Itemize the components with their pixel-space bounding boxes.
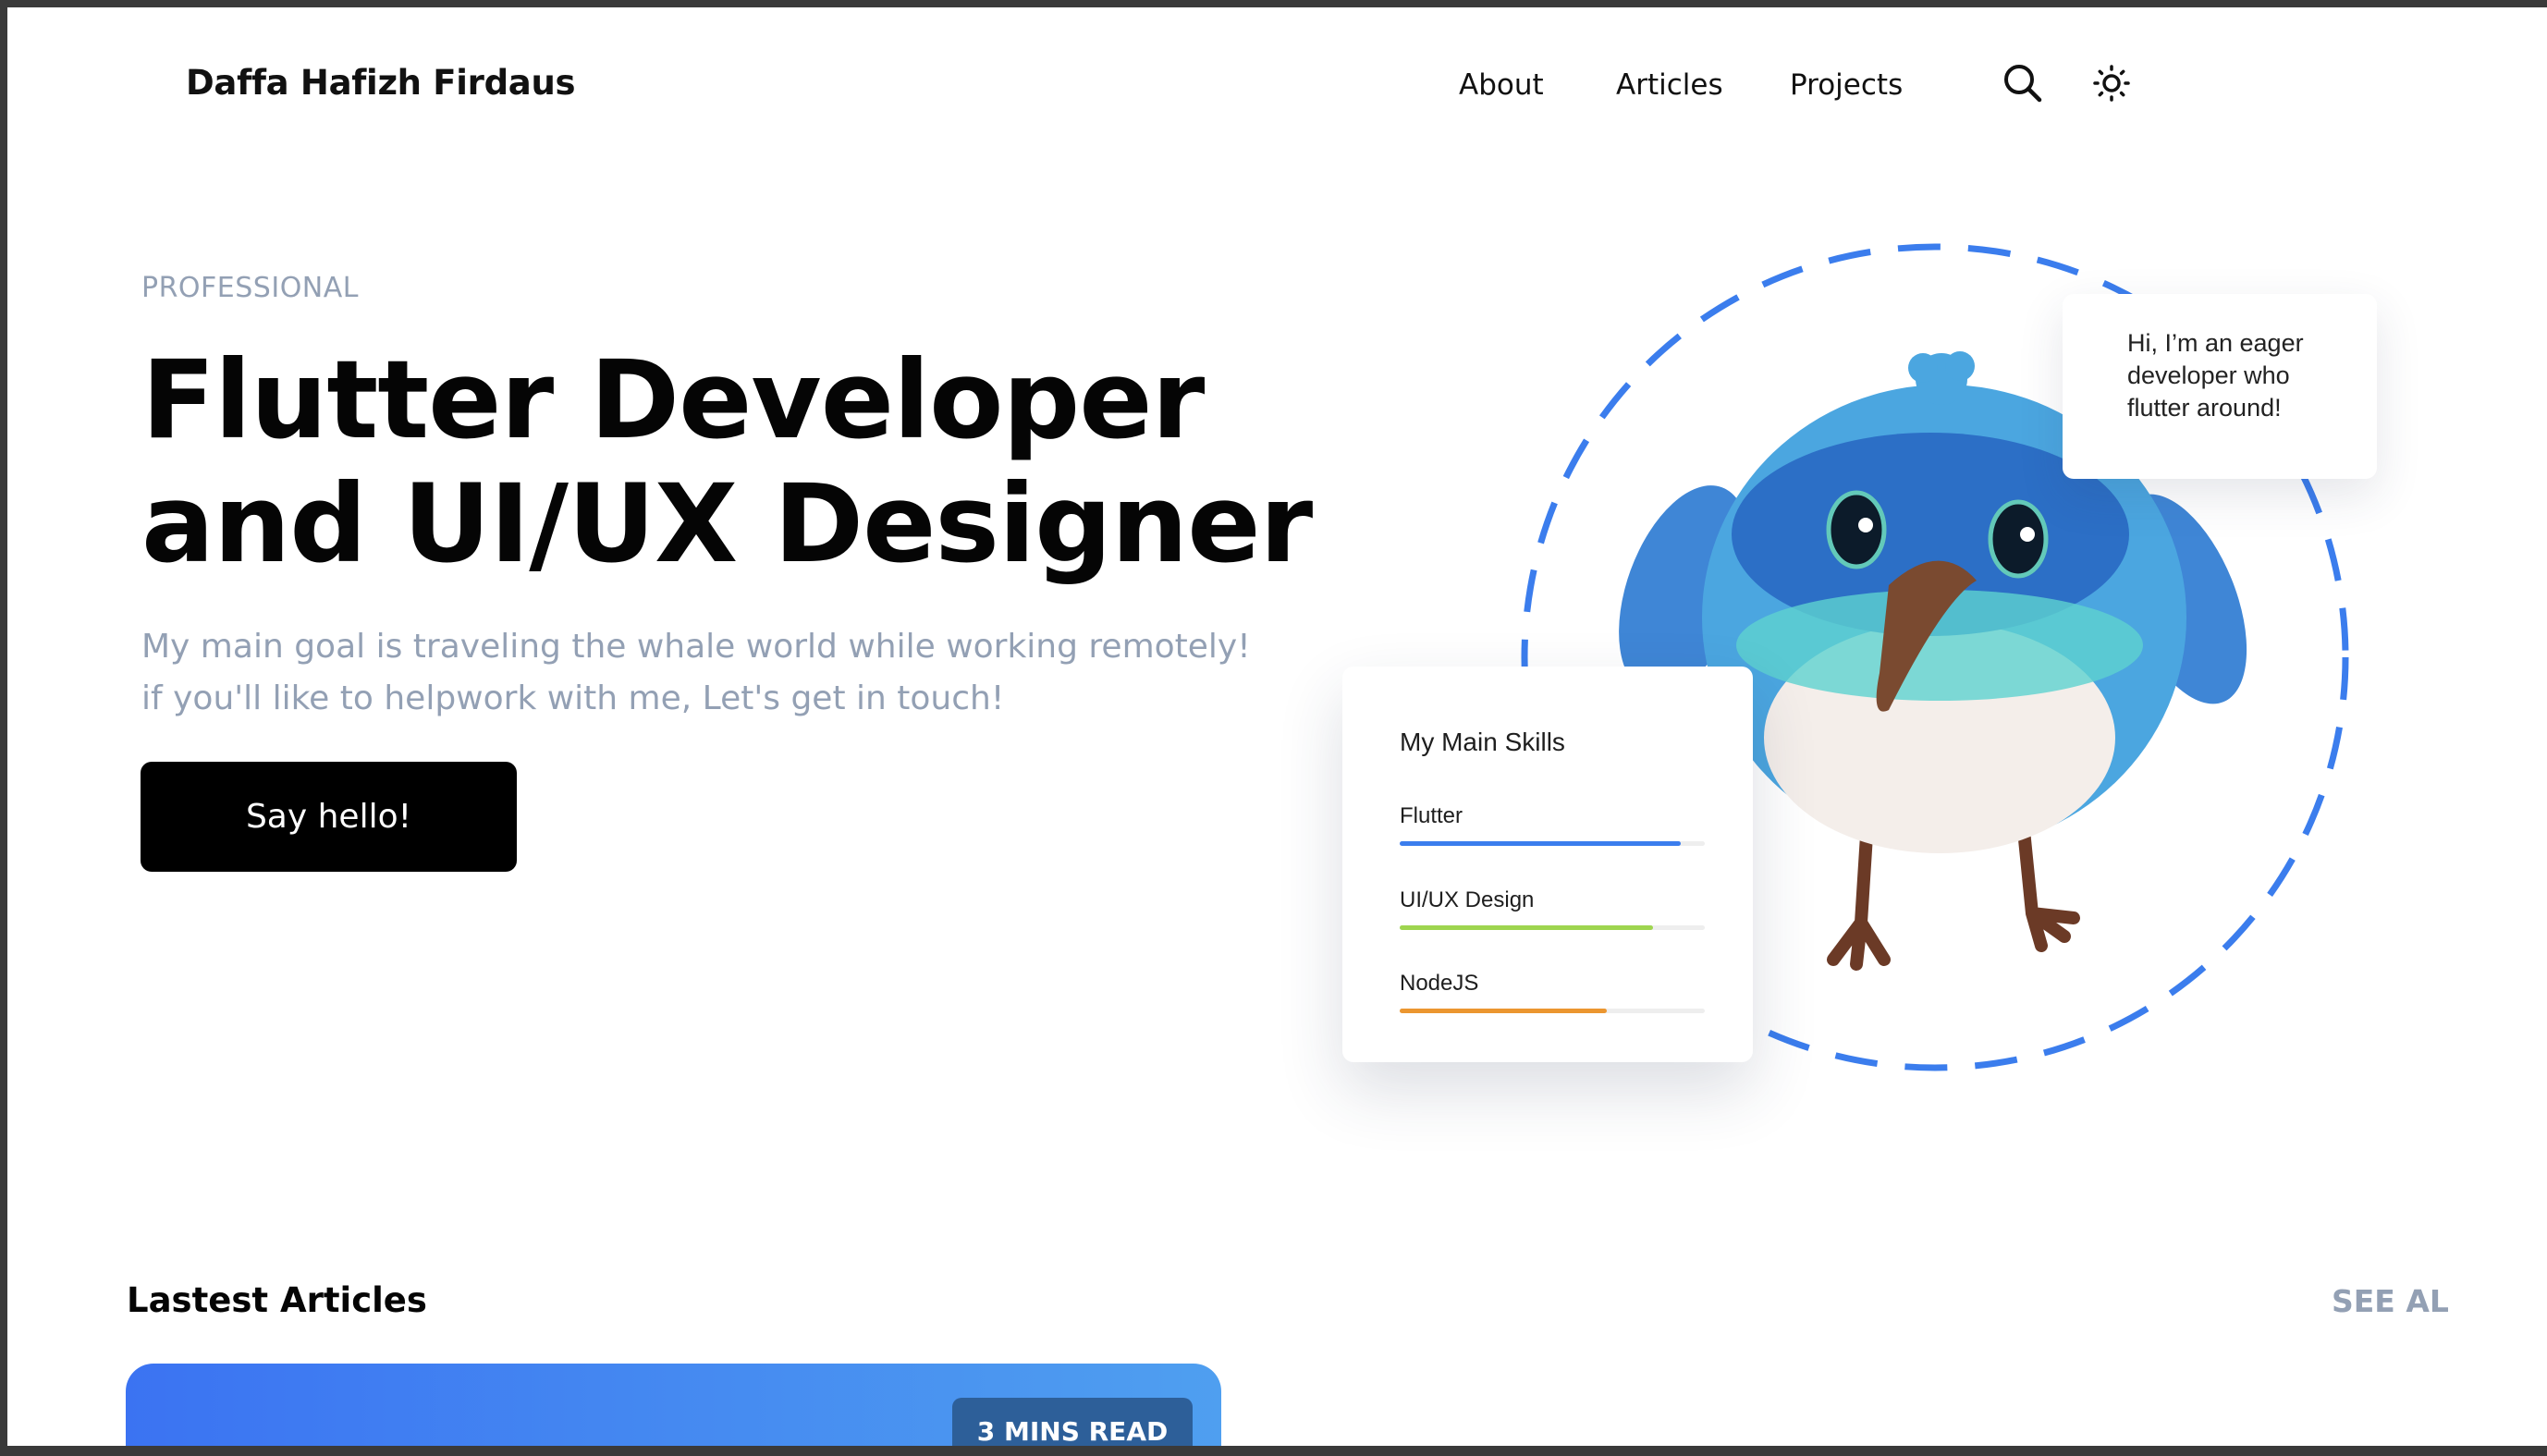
- skill-progress-track: [1400, 1009, 1705, 1013]
- browser-viewport: Daffa Hafizh Firdaus About Articles Proj…: [7, 7, 2547, 1446]
- skills-title: My Main Skills: [1400, 728, 1565, 756]
- skill-progress-fill: [1400, 1009, 1608, 1013]
- speech-bubble-text: Hi, I’m an eager developer who flutter a…: [2127, 329, 2304, 422]
- skill-progress-fill: [1400, 841, 1681, 846]
- articles-heading: Lastest Articles: [127, 1280, 427, 1320]
- see-all-link[interactable]: SEE AL: [2332, 1283, 2449, 1319]
- skill-progress-track: [1400, 841, 1705, 846]
- skill-label: UI/UX Design: [1400, 887, 1535, 912]
- read-time-badge: 3 MINS READ: [952, 1398, 1193, 1446]
- skills-card: My Main Skills Flutter UI/UX Design Node…: [1342, 667, 1753, 1062]
- skill-label: NodeJS: [1400, 971, 1479, 996]
- skill-progress-track: [1400, 925, 1705, 930]
- article-card[interactable]: 3 MINS READ: [126, 1364, 1221, 1446]
- skill-label: Flutter: [1400, 803, 1463, 828]
- speech-bubble: Hi, I’m an eager developer who flutter a…: [2063, 294, 2377, 479]
- hero-illustration: [1521, 243, 2349, 1071]
- skill-progress-fill: [1400, 925, 1653, 930]
